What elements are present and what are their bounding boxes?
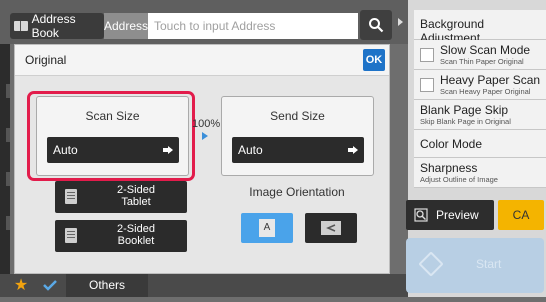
start-label: Start <box>476 257 502 271</box>
heavy-paper-scan-checkbox[interactable] <box>420 78 434 92</box>
portrait-page-icon: A <box>259 219 275 237</box>
checkmark-button[interactable] <box>36 274 64 297</box>
two-sided-booklet-line1: 2-Sided <box>117 223 155 235</box>
orientation-landscape-button[interactable] <box>305 213 357 243</box>
scan-size-highlight <box>27 91 195 181</box>
heavy-paper-scan-item[interactable]: Heavy Paper Scan Scan Heavy Paper Origin… <box>414 70 546 100</box>
ratio-arrow-icon <box>202 132 208 140</box>
blank-page-skip-sub: Skip Blank Page in Original <box>420 117 511 126</box>
landscape-page-icon <box>321 221 341 235</box>
color-mode-item[interactable]: Color Mode <box>414 130 546 158</box>
send-size-value: Auto <box>238 143 263 157</box>
left-edge-strip <box>0 44 10 297</box>
favorite-star-button[interactable]: ★ <box>10 274 32 297</box>
two-sided-booklet-line2: Booklet <box>117 235 155 247</box>
sharpness-item[interactable]: Sharpness Adjust Outline of Image <box>414 158 546 188</box>
blank-page-skip-label: Blank Page Skip <box>420 103 509 117</box>
image-orientation-title: Image Orientation <box>249 185 345 199</box>
original-dialog: Original OK Scan Size Auto 100% Send Siz… <box>14 44 390 274</box>
preview-button[interactable]: Preview <box>406 200 494 230</box>
tablet-icon <box>65 189 77 204</box>
star-icon: ★ <box>13 277 29 294</box>
slow-scan-mode-sub: Scan Thin Paper Original <box>440 57 524 66</box>
slow-scan-mode-label: Slow Scan Mode <box>440 43 531 57</box>
send-size-title: Send Size <box>270 109 325 123</box>
sharpness-sub: Adjust Outline of Image <box>420 175 498 184</box>
ratio-label: 100% <box>192 118 221 130</box>
blank-page-skip-item[interactable]: Blank Page Skip Skip Blank Page in Origi… <box>414 100 546 130</box>
two-sided-booklet-label: 2-Sided Booklet <box>91 223 181 247</box>
two-sided-tablet-label: 2-Sided Tablet <box>91 184 181 208</box>
background-adjustment-item[interactable]: Background Adjustment <box>414 10 546 45</box>
dialog-title: Original <box>25 53 67 67</box>
two-sided-tablet-button[interactable]: 2-Sided Tablet <box>55 181 187 213</box>
search-icon <box>369 18 384 33</box>
sharpness-label: Sharpness <box>420 161 478 175</box>
two-sided-booklet-button[interactable]: 2-Sided Booklet <box>55 220 187 252</box>
heavy-paper-scan-label: Heavy Paper Scan <box>440 73 541 87</box>
orientation-portrait-button[interactable]: A <box>241 213 293 243</box>
collapse-arrow-icon <box>398 18 403 26</box>
send-size-panel: Send Size Auto <box>221 96 374 176</box>
search-button[interactable] <box>360 10 392 40</box>
heavy-paper-scan-sub: Scan Heavy Paper Original <box>440 87 531 96</box>
ok-button[interactable]: OK <box>363 49 385 71</box>
address-book-icon <box>14 21 28 31</box>
two-sided-tablet-line1: 2-Sided <box>117 184 155 196</box>
slow-scan-mode-item[interactable]: Slow Scan Mode Scan Thin Paper Original <box>414 40 546 70</box>
address-book-button[interactable]: Address Book <box>10 12 104 40</box>
address-book-label: Address Book <box>31 12 76 40</box>
start-button[interactable]: Start <box>406 238 544 293</box>
check-icon <box>43 280 57 291</box>
send-size-select[interactable]: Auto <box>232 137 364 163</box>
preview-icon <box>414 208 428 222</box>
arrow-right-icon <box>348 146 358 154</box>
ca-button[interactable]: CA <box>498 200 544 230</box>
two-sided-tablet-line2: Tablet <box>121 196 151 208</box>
address-input[interactable] <box>148 13 358 39</box>
others-button[interactable]: Others <box>66 274 148 297</box>
address-label: Address <box>104 13 148 39</box>
preview-label: Preview <box>436 208 479 222</box>
color-mode-label: Color Mode <box>420 137 483 151</box>
booklet-icon <box>65 228 77 243</box>
dialog-header: Original OK <box>15 45 389 76</box>
slow-scan-mode-checkbox[interactable] <box>420 48 434 62</box>
panel-collapse-button[interactable] <box>394 0 408 44</box>
start-icon <box>418 251 444 277</box>
